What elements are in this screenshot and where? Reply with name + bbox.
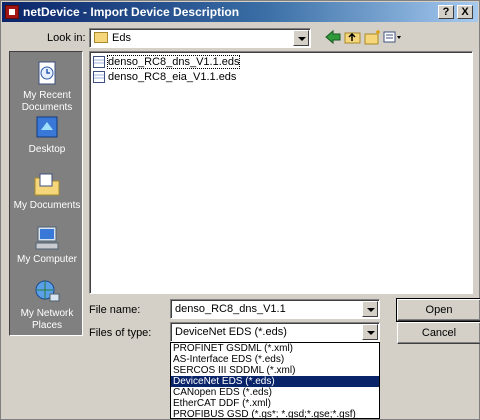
file-item[interactable]: denso_RC8_dns_V1.1.eds xyxy=(93,55,241,70)
file-name: denso_RC8_dns_V1.1.eds xyxy=(106,55,241,70)
eds-file-icon xyxy=(93,71,105,84)
folder-icon xyxy=(94,32,108,43)
place-label: My Network Places xyxy=(20,308,74,331)
open-button[interactable]: Open xyxy=(396,298,480,322)
my-computer-icon xyxy=(32,224,62,252)
chevron-down-icon[interactable] xyxy=(362,301,378,317)
window-title: netDevice - Import Device Description xyxy=(23,5,240,19)
file-name-label: File name: xyxy=(89,304,141,316)
places-bar: My Recent Documents Desktop My Documents… xyxy=(9,51,83,336)
file-name-value: denso_RC8_dns_V1.1 xyxy=(175,303,286,315)
file-type-dropdown: PROFINET GSDML (*.xml) AS-Interface EDS … xyxy=(170,342,380,420)
eds-file-icon xyxy=(93,56,105,69)
file-type-option[interactable]: AS-Interface EDS (*.eds) xyxy=(171,354,379,365)
new-folder-icon[interactable] xyxy=(363,29,383,47)
look-in-combo[interactable]: Eds xyxy=(89,28,311,48)
view-menu-icon[interactable] xyxy=(383,29,403,47)
file-name-input[interactable]: denso_RC8_dns_V1.1 xyxy=(170,299,380,319)
file-name: denso_RC8_eia_V1.1.eds xyxy=(108,71,237,84)
file-type-option[interactable]: EtherCAT DDF (*.xml) xyxy=(171,398,379,409)
file-type-option[interactable]: CANopen EDS (*.eds) xyxy=(171,387,379,398)
up-folder-icon[interactable] xyxy=(343,29,363,47)
file-list[interactable]: denso_RC8_dns_V1.1.eds denso_RC8_eia_V1.… xyxy=(89,51,473,294)
chevron-down-icon[interactable] xyxy=(293,30,309,46)
file-type-select[interactable]: DeviceNet EDS (*.eds) xyxy=(170,322,380,342)
place-label: Desktop xyxy=(28,144,66,155)
look-in-value: Eds xyxy=(112,32,131,44)
my-documents-icon xyxy=(32,170,62,198)
file-type-option[interactable]: SERCOS III SDDML (*.xml) xyxy=(171,365,379,376)
help-button[interactable]: ? xyxy=(438,5,454,19)
close-button[interactable]: X xyxy=(457,5,473,19)
look-in-label: Look in: xyxy=(47,32,86,44)
import-dialog: netDevice - Import Device Description ? … xyxy=(0,0,480,420)
cancel-button[interactable]: Cancel xyxy=(397,322,480,344)
file-type-option[interactable]: PROFIBUS GSD (*.gs*; *.gsd;*.gse;*.gsf) xyxy=(171,409,379,420)
place-recent-documents[interactable]: My Recent Documents xyxy=(10,60,84,114)
file-type-option[interactable]: PROFINET GSDML (*.xml) xyxy=(171,343,379,354)
place-desktop[interactable]: Desktop xyxy=(10,114,84,156)
chevron-down-icon[interactable] xyxy=(362,324,378,340)
file-type-option-selected[interactable]: DeviceNet EDS (*.eds) xyxy=(171,376,379,387)
file-item[interactable]: denso_RC8_eia_V1.1.eds xyxy=(93,71,236,85)
title-bar[interactable]: netDevice - Import Device Description ? … xyxy=(2,2,478,22)
back-arrow-icon[interactable] xyxy=(323,29,343,47)
place-my-documents[interactable]: My Documents xyxy=(10,170,84,212)
place-network-places[interactable]: My Network Places xyxy=(10,278,84,332)
place-label: My Computer xyxy=(16,254,77,265)
place-label: My Documents xyxy=(13,200,81,211)
network-places-icon xyxy=(32,278,62,306)
place-label: My Recent Documents xyxy=(21,90,73,113)
desktop-icon xyxy=(32,114,62,142)
file-type-value: DeviceNet EDS (*.eds) xyxy=(175,326,287,338)
app-icon xyxy=(5,5,19,19)
file-type-label: Files of type: xyxy=(89,327,152,339)
recent-documents-icon xyxy=(32,60,62,88)
place-my-computer[interactable]: My Computer xyxy=(10,224,84,266)
